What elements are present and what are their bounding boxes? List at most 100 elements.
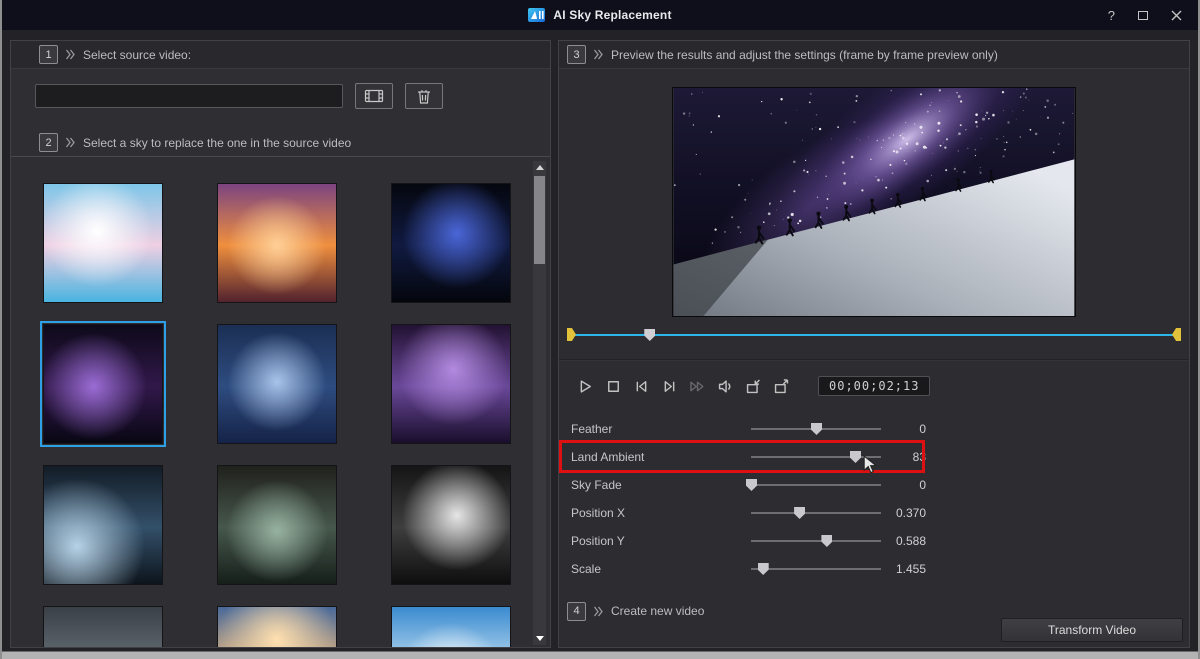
trash-icon — [417, 89, 431, 104]
volume-icon — [716, 377, 735, 396]
slider-thumb-land-ambient[interactable] — [850, 451, 861, 463]
slider-track-land-ambient[interactable] — [751, 450, 881, 464]
timecode-display: 00;00;02;13 — [818, 376, 930, 396]
sky-thumbnail-blue-galaxy[interactable] — [391, 183, 511, 303]
slider-label-feather: Feather — [571, 422, 751, 436]
slider-value-scale: 1.455 — [881, 562, 926, 576]
sky-thumbnail-storm-lightning-blue[interactable] — [43, 465, 163, 585]
maximize-button[interactable] — [1138, 11, 1148, 20]
step-chevrons-icon — [65, 137, 76, 148]
export-frame-icon — [772, 377, 791, 396]
step4-label: Create new video — [611, 604, 704, 618]
step1-header: 1 Select source video: — [11, 41, 550, 69]
slider-value-position-y: 0.588 — [881, 534, 926, 548]
slider-track-position-y[interactable] — [751, 534, 881, 548]
sky-thumbnail-purple-galaxy[interactable] — [43, 324, 163, 444]
slider-value-feather: 0 — [881, 422, 926, 436]
arrow-up-icon — [536, 165, 544, 170]
sky-thumbnail-dusk-clouds[interactable] — [217, 606, 337, 647]
step-chevrons-icon — [65, 49, 76, 60]
step-chevrons-icon — [593, 606, 604, 617]
browse-video-button[interactable] — [355, 83, 393, 109]
window-bottom-frame — [2, 651, 1198, 659]
step-chevrons-icon — [593, 49, 604, 60]
sky-gallery — [11, 157, 550, 647]
slider-thumb-position-x[interactable] — [794, 507, 805, 519]
play-button[interactable] — [575, 376, 596, 397]
sky-thumbnail-grid — [43, 183, 511, 647]
slider-track-scale[interactable] — [751, 562, 881, 576]
capture-frame-icon — [744, 377, 763, 396]
scrollbar-thumb[interactable] — [534, 176, 545, 264]
step2-header: 2 Select a sky to replace the one in the… — [11, 129, 550, 157]
step3-label: Preview the results and adjust the setti… — [611, 48, 998, 62]
slider-label-scale: Scale — [571, 562, 751, 576]
gallery-scrollbar[interactable] — [533, 161, 546, 645]
step3-badge: 3 — [567, 45, 586, 64]
slider-thumb-feather[interactable] — [811, 423, 822, 435]
play-icon — [576, 377, 595, 396]
slider-label-sky-fade: Sky Fade — [571, 478, 751, 492]
slider-track-sky-fade[interactable] — [751, 478, 881, 492]
preview-frame-image — [673, 88, 1075, 316]
stop-button[interactable] — [603, 376, 624, 397]
help-button[interactable]: ? — [1108, 8, 1115, 23]
sky-thumbnail-purple-nebula-meteors[interactable] — [391, 324, 511, 444]
fast-forward-icon — [688, 377, 707, 396]
slider-row-scale: Scale 1.455 — [559, 555, 1189, 583]
slider-value-sky-fade: 0 — [881, 478, 926, 492]
sky-thumbnail-pastel-rainbow-clouds[interactable] — [43, 183, 163, 303]
window-title: AI Sky Replacement — [553, 8, 671, 22]
fast-forward-button[interactable] — [687, 376, 708, 397]
next-frame-icon — [660, 377, 679, 396]
next-frame-button[interactable] — [659, 376, 680, 397]
slider-value-position-x: 0.370 — [881, 506, 926, 520]
arrow-down-icon — [536, 636, 544, 641]
settings-sliders: Feather 0 Land Ambient 83 Sky Fade 0 Position … — [559, 415, 1189, 583]
sky-thumbnail-daytime-blue-sky[interactable] — [391, 606, 511, 647]
slider-thumb-position-y[interactable] — [821, 535, 832, 547]
step1-label: Select source video: — [83, 48, 191, 62]
mouse-cursor — [863, 455, 878, 476]
scroll-down-button[interactable] — [533, 632, 546, 645]
source-video-row — [35, 83, 550, 109]
close-button[interactable] — [1171, 10, 1182, 21]
sky-thumbnail-orange-sunset-clouds[interactable] — [217, 183, 337, 303]
seek-track[interactable] — [568, 334, 1180, 336]
slider-thumb-scale[interactable] — [758, 563, 769, 575]
delete-button[interactable] — [405, 83, 443, 109]
sky-thumbnail-storm-lightning-gray[interactable] — [391, 465, 511, 585]
transform-video-button[interactable]: Transform Video — [1001, 618, 1183, 642]
preview-panel: 3 Preview the results and adjust the set… — [558, 40, 1190, 648]
sky-thumbnail-storm-clouds-green[interactable] — [217, 465, 337, 585]
export-frame-button[interactable] — [771, 376, 792, 397]
video-file-icon — [364, 89, 384, 103]
slider-label-land-ambient: Land Ambient — [571, 450, 751, 464]
volume-button[interactable] — [715, 376, 736, 397]
transport-controls: 00;00;02;13 — [575, 373, 1189, 399]
source-and-sky-panel: 1 Select source video: — [10, 40, 551, 648]
sky-thumbnail-star-trails[interactable] — [217, 324, 337, 444]
step2-label: Select a sky to replace the one in the s… — [83, 136, 351, 150]
capture-frame-button[interactable] — [743, 376, 764, 397]
trim-end-handle[interactable] — [1172, 328, 1181, 341]
source-video-input[interactable] — [35, 84, 343, 108]
slider-label-position-y: Position Y — [571, 534, 751, 548]
trim-start-handle[interactable] — [567, 328, 576, 341]
close-icon — [1171, 10, 1182, 21]
scroll-up-button[interactable] — [533, 161, 546, 174]
previous-frame-icon — [632, 377, 651, 396]
video-preview — [672, 87, 1076, 317]
previous-frame-button[interactable] — [631, 376, 652, 397]
sky-thumbnail-overcast-gray-clouds[interactable] — [43, 606, 163, 647]
app-icon — [528, 8, 545, 22]
slider-value-land-ambient: 83 — [881, 450, 926, 464]
ai-sky-replacement-window: AI Sky Replacement ? 1 Select source vid… — [0, 0, 1200, 659]
stop-icon — [604, 377, 623, 396]
seek-playhead[interactable] — [644, 329, 655, 341]
step4-badge: 4 — [567, 602, 586, 621]
slider-row-position-y: Position Y 0.588 — [559, 527, 1189, 555]
slider-track-position-x[interactable] — [751, 506, 881, 520]
slider-track-feather[interactable] — [751, 422, 881, 436]
slider-row-feather: Feather 0 — [559, 415, 1189, 443]
